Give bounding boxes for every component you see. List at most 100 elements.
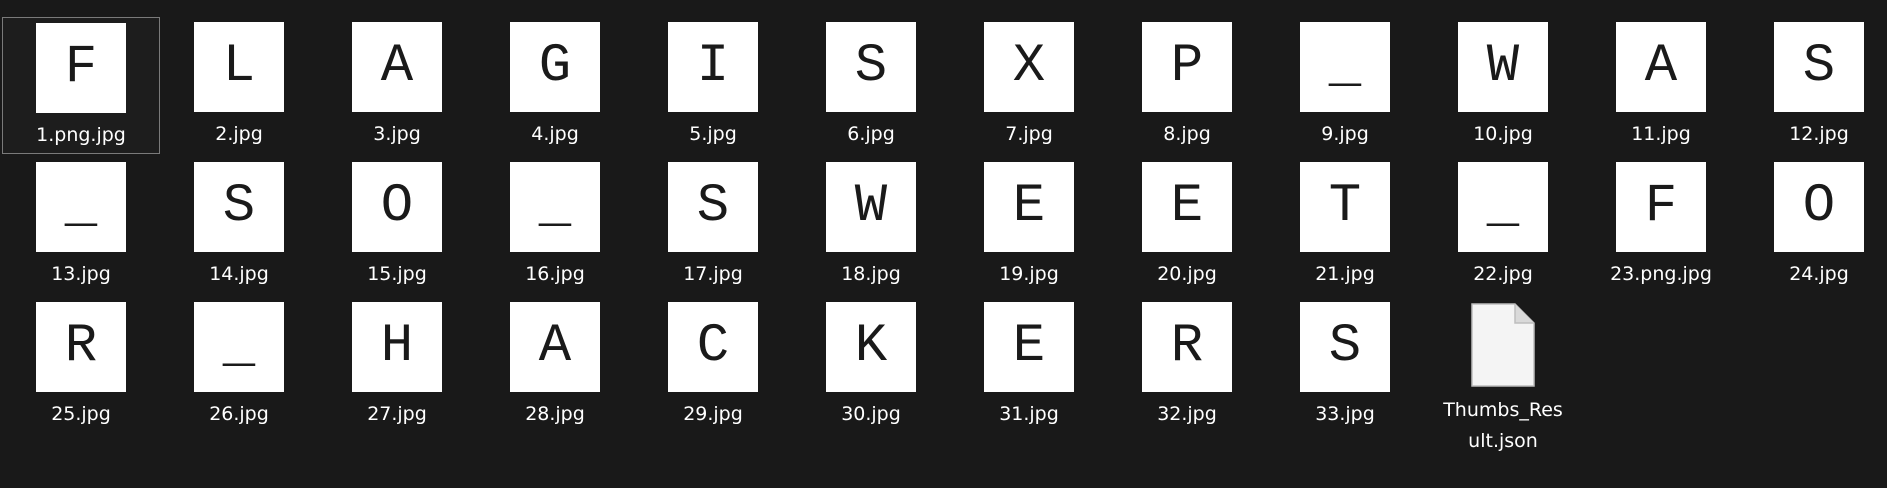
file-name-label: 3.jpg [373, 123, 421, 145]
file-item[interactable]: X 7.jpg [950, 17, 1108, 150]
file-name-label: 19.jpg [999, 263, 1059, 285]
file-item[interactable]: S 17.jpg [634, 157, 792, 290]
file-thumbnail: H [352, 302, 442, 392]
file-item[interactable]: H 27.jpg [318, 297, 476, 430]
file-item[interactable]: S 12.jpg [1740, 17, 1887, 150]
file-item[interactable]: F 1.png.jpg [2, 17, 160, 154]
file-thumbnail: G [510, 22, 600, 112]
file-thumbnail: R [36, 302, 126, 392]
file-item[interactable]: _ 13.jpg [2, 157, 160, 290]
file-name-label: 27.jpg [367, 403, 427, 425]
file-item[interactable]: A 28.jpg [476, 297, 634, 430]
file-thumbnail: W [826, 162, 916, 252]
file-item[interactable]: I 5.jpg [634, 17, 792, 150]
file-thumbnail: R [1142, 302, 1232, 392]
file-thumbnail: _ [1458, 162, 1548, 252]
file-item[interactable]: S 14.jpg [160, 157, 318, 290]
file-name-label: 22.jpg [1473, 263, 1533, 285]
file-name-label: 16.jpg [525, 263, 585, 285]
file-name-label: 8.jpg [1163, 123, 1211, 145]
file-item[interactable]: G 4.jpg [476, 17, 634, 150]
file-thumbnail: S [668, 162, 758, 252]
file-name-label: 9.jpg [1321, 123, 1369, 145]
file-name-label: 23.png.jpg [1610, 263, 1712, 285]
file-thumbnail: S [194, 162, 284, 252]
file-item[interactable]: _ 16.jpg [476, 157, 634, 290]
file-thumbnail: A [510, 302, 600, 392]
file-thumbnail: O [1774, 162, 1864, 252]
file-item[interactable]: F 23.png.jpg [1582, 157, 1740, 290]
file-thumbnail: S [826, 22, 916, 112]
file-thumbnail: X [984, 22, 1074, 112]
file-thumbnail: F [36, 23, 126, 113]
file-name-label: 33.jpg [1315, 403, 1375, 425]
file-thumbnail: T [1300, 162, 1390, 252]
file-name-label: 20.jpg [1157, 263, 1217, 285]
file-thumbnail: F [1616, 162, 1706, 252]
file-thumbnail: O [352, 162, 442, 252]
file-item[interactable]: _ 22.jpg [1424, 157, 1582, 290]
file-item[interactable]: W 10.jpg [1424, 17, 1582, 150]
file-item[interactable]: W 18.jpg [792, 157, 950, 290]
file-thumbnail: I [668, 22, 758, 112]
file-thumbnail: S [1774, 22, 1864, 112]
document-icon [1458, 297, 1548, 392]
file-name-label: 10.jpg [1473, 123, 1533, 145]
file-item[interactable]: Thumbs_Result.json [1424, 297, 1582, 457]
file-item[interactable]: R 25.jpg [2, 297, 160, 430]
file-thumbnail: S [1300, 302, 1390, 392]
file-name-label: 26.jpg [209, 403, 269, 425]
file-thumbnail: _ [1300, 22, 1390, 112]
file-item[interactable]: R 32.jpg [1108, 297, 1266, 430]
file-item[interactable]: E 31.jpg [950, 297, 1108, 430]
file-thumbnail: A [1616, 22, 1706, 112]
file-item[interactable]: C 29.jpg [634, 297, 792, 430]
file-item[interactable]: A 11.jpg [1582, 17, 1740, 150]
file-name-label: 18.jpg [841, 263, 901, 285]
file-name-label: 15.jpg [367, 263, 427, 285]
file-name-label: 29.jpg [683, 403, 743, 425]
file-name-label: 12.jpg [1789, 123, 1849, 145]
file-name-label: 31.jpg [999, 403, 1059, 425]
file-name-label: 25.jpg [51, 403, 111, 425]
file-thumbnail: C [668, 302, 758, 392]
file-name-label: Thumbs_Result.json [1443, 399, 1563, 452]
file-item[interactable]: T 21.jpg [1266, 157, 1424, 290]
file-name-label: 30.jpg [841, 403, 901, 425]
file-name-label: 21.jpg [1315, 263, 1375, 285]
file-name-label: 6.jpg [847, 123, 895, 145]
file-item[interactable]: O 15.jpg [318, 157, 476, 290]
file-item[interactable]: E 19.jpg [950, 157, 1108, 290]
file-thumbnail: L [194, 22, 284, 112]
file-thumbnail: _ [510, 162, 600, 252]
file-name-label: 13.jpg [51, 263, 111, 285]
file-thumbnail: K [826, 302, 916, 392]
file-thumbnail: A [352, 22, 442, 112]
file-item[interactable]: K 30.jpg [792, 297, 950, 430]
file-grid: F 1.png.jpg L 2.jpg A 3.jpg G 4.jpg I 5.jpg S 6.jpg… [0, 0, 1887, 488]
file-item[interactable]: L 2.jpg [160, 17, 318, 150]
file-name-label: 24.jpg [1789, 263, 1849, 285]
file-name-label: 32.jpg [1157, 403, 1217, 425]
file-thumbnail: E [984, 302, 1074, 392]
file-name-label: 5.jpg [689, 123, 737, 145]
file-name-label: 2.jpg [215, 123, 263, 145]
file-item[interactable]: P 8.jpg [1108, 17, 1266, 150]
file-thumbnail: W [1458, 22, 1548, 112]
file-item[interactable]: A 3.jpg [318, 17, 476, 150]
file-name-label: 1.png.jpg [36, 124, 126, 146]
file-item[interactable]: _ 9.jpg [1266, 17, 1424, 150]
file-item[interactable]: S 33.jpg [1266, 297, 1424, 430]
file-name-label: 7.jpg [1005, 123, 1053, 145]
file-item[interactable]: O 24.jpg [1740, 157, 1887, 290]
file-name-label: 4.jpg [531, 123, 579, 145]
file-thumbnail: P [1142, 22, 1232, 112]
file-item[interactable]: _ 26.jpg [160, 297, 318, 430]
file-item[interactable]: E 20.jpg [1108, 157, 1266, 290]
file-name-label: 11.jpg [1631, 123, 1691, 145]
file-thumbnail: E [1142, 162, 1232, 252]
file-item[interactable]: S 6.jpg [792, 17, 950, 150]
file-name-label: 28.jpg [525, 403, 585, 425]
file-thumbnail: _ [194, 302, 284, 392]
file-name-label: 14.jpg [209, 263, 269, 285]
